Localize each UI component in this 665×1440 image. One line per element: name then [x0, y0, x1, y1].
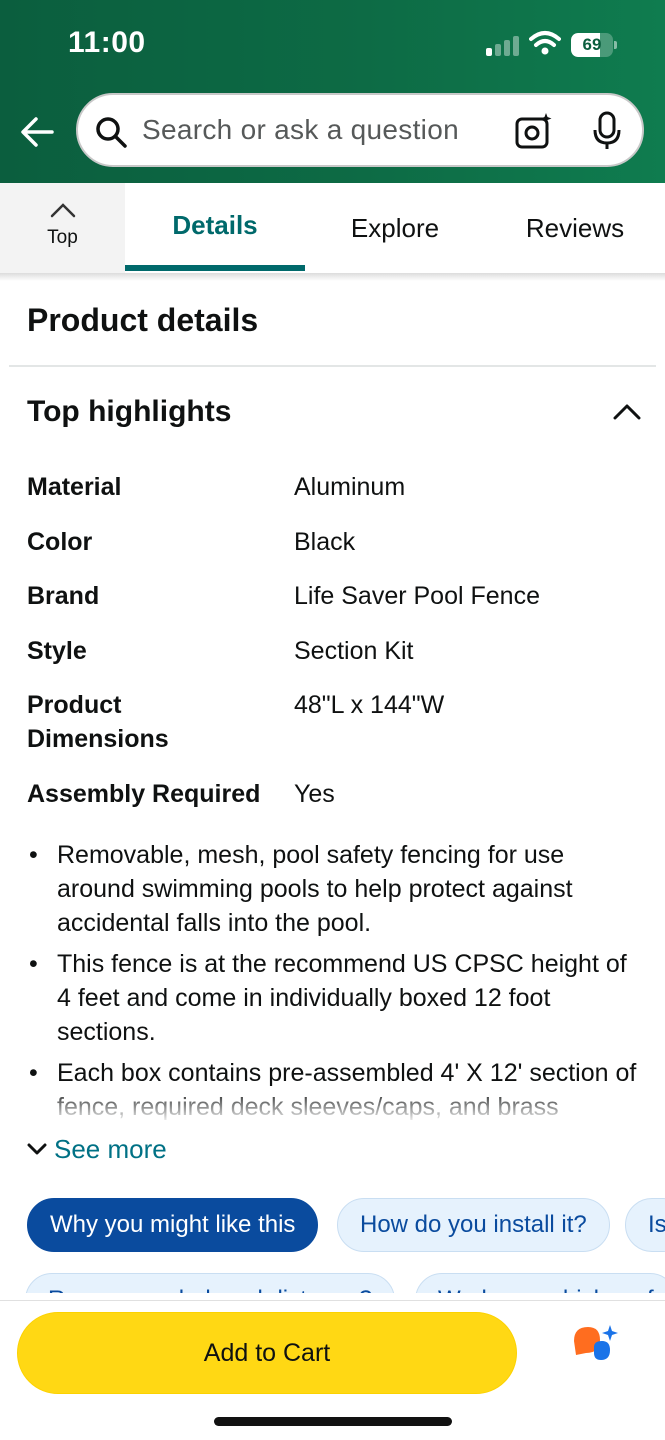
chip-recommended-pool-distance[interactable]: Recommended pool distance? [25, 1273, 396, 1293]
tab-top[interactable]: Top [0, 183, 125, 273]
product-details-title: Product details [27, 302, 259, 338]
chip-why-you-might-like-this[interactable]: Why you might like this [27, 1198, 319, 1252]
wifi-icon [529, 31, 561, 55]
search-bar[interactable]: Search or ask a question [76, 93, 644, 167]
spec-row: Material Aluminum [27, 470, 647, 504]
spec-key: Brand [27, 582, 100, 610]
spec-row: Product Dimensions 48"L x 144"W [27, 688, 647, 756]
spec-row: Assembly Required Yes [27, 777, 647, 811]
status-time: 11:00 [68, 26, 146, 59]
chip-question-partial[interactable]: Is [625, 1198, 665, 1252]
question-chips-row: Recommended pool distance? Works on whic… [25, 1273, 665, 1293]
home-indicator [214, 1417, 452, 1426]
top-highlights-title[interactable]: Top highlights [27, 395, 231, 429]
spec-key: Assembly Required [27, 780, 261, 808]
spec-key: Color [27, 528, 93, 556]
back-arrow-icon[interactable] [18, 112, 58, 152]
battery-icon: 69 [571, 33, 617, 57]
chevron-up-icon[interactable] [612, 400, 642, 422]
spec-key: Material [27, 473, 122, 501]
see-more-link[interactable]: See more [27, 1131, 167, 1167]
spec-row: Brand Life Saver Pool Fence [27, 579, 647, 613]
chevron-down-icon [27, 1143, 47, 1155]
section-divider [9, 365, 656, 367]
active-tab-indicator [125, 265, 305, 271]
battery-level: 69 [582, 35, 602, 54]
spec-value: Yes [294, 780, 335, 808]
tab-details[interactable]: Details [125, 183, 305, 273]
spec-row: Color Black [27, 525, 647, 559]
spec-key: Product Dimensions [27, 691, 169, 753]
feature-bullet: This fence is at the recommend US CPSC h… [27, 947, 647, 1049]
app-header: 11:00 69 Search or ask a question [0, 0, 665, 183]
tab-reviews[interactable]: Reviews [485, 183, 665, 273]
question-chips-row: Why you might like this How do you insta… [27, 1198, 665, 1252]
bottom-action-bar: Add to Cart [0, 1300, 665, 1440]
search-input[interactable]: Search or ask a question [142, 114, 459, 146]
search-icon [96, 117, 127, 148]
spec-value: Black [294, 528, 356, 556]
mic-icon[interactable] [592, 111, 622, 151]
tab-bar-shadow [0, 273, 665, 281]
chip-works-on-which-surface[interactable]: Works on which surf [415, 1273, 665, 1293]
spec-key: Style [27, 637, 87, 665]
cellular-signal-icon [486, 36, 520, 56]
chip-how-do-you-install-it[interactable]: How do you install it? [337, 1198, 610, 1252]
add-to-cart-button[interactable]: Add to Cart [17, 1312, 517, 1394]
feature-bullets: Removable, mesh, pool safety fencing for… [27, 838, 647, 1120]
spec-row: Style Section Kit [27, 634, 647, 668]
spec-value: 48"L x 144"W [294, 691, 445, 719]
bullets-fade [0, 1088, 665, 1120]
spec-value: Life Saver Pool Fence [294, 582, 540, 610]
tab-top-label: Top [47, 227, 78, 248]
spec-value: Aluminum [294, 473, 406, 501]
chevron-up-icon [50, 203, 76, 218]
spec-value: Section Kit [294, 637, 414, 665]
assistant-icon[interactable] [572, 1323, 622, 1365]
tab-bar: Top Details Explore Reviews [0, 183, 665, 273]
camera-icon[interactable] [514, 111, 554, 151]
tab-explore[interactable]: Explore [305, 183, 485, 273]
see-more-label: See more [54, 1133, 167, 1164]
feature-bullet: Removable, mesh, pool safety fencing for… [27, 838, 647, 940]
